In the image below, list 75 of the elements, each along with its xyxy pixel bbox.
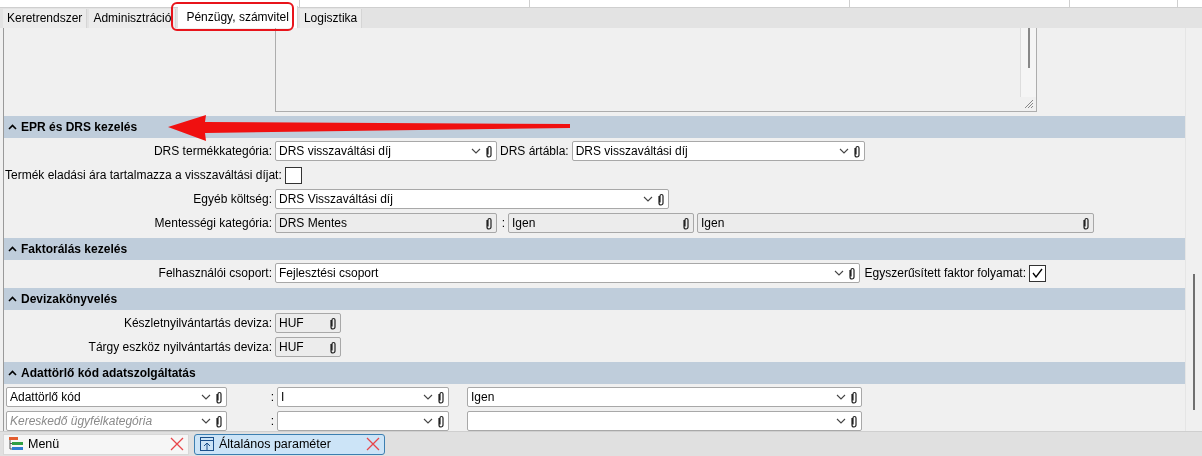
separator-colon: : bbox=[269, 413, 274, 430]
paperclip-icon bbox=[1082, 216, 1090, 230]
chevron-down-icon bbox=[423, 394, 433, 400]
section-title: Faktorálás kezelés bbox=[21, 241, 128, 258]
lookup-field[interactable]: DRS Mentes bbox=[275, 213, 497, 233]
close-icon[interactable] bbox=[366, 437, 380, 451]
dropdown-field[interactable]: Kereskedő ügyfélkategória bbox=[6, 411, 227, 431]
chevron-down-icon bbox=[201, 394, 211, 400]
field-label: Felhasználói csoport: bbox=[157, 265, 272, 282]
paperclip-icon bbox=[850, 390, 858, 404]
field-label: Termék eladási ára tartalmazza a visszaváltási díjat: bbox=[5, 167, 282, 184]
tab[interactable]: Logisztika bbox=[299, 9, 363, 28]
paperclip-icon bbox=[848, 266, 856, 280]
checkmark-icon bbox=[1032, 268, 1043, 278]
taskbar-tab[interactable]: Menü bbox=[3, 433, 189, 455]
lookup-field[interactable]: HUF bbox=[275, 337, 341, 357]
chevron-down-icon bbox=[838, 148, 849, 154]
chevron-down-icon bbox=[836, 394, 846, 400]
field-label: DRS termékkategória: bbox=[152, 143, 272, 160]
field-label: Készletnyilvántartás deviza: bbox=[122, 315, 272, 332]
field-label: Egyszerűsített faktor folyamat: bbox=[863, 265, 1026, 282]
field-label: DRS ártábla: bbox=[500, 143, 569, 160]
separator-colon: : bbox=[269, 389, 274, 406]
paperclip-icon bbox=[657, 192, 665, 206]
lookup-field[interactable]: Igen bbox=[508, 213, 694, 233]
taskbar-tab-label: Menü bbox=[28, 435, 61, 453]
close-icon[interactable] bbox=[170, 437, 184, 451]
tab[interactable]: Adminisztráció bbox=[89, 9, 177, 28]
checkbox[interactable] bbox=[284, 166, 302, 184]
dropdown-field[interactable]: I bbox=[277, 387, 449, 407]
paperclip-icon bbox=[215, 390, 223, 404]
menu-list-icon bbox=[8, 436, 24, 452]
chevron-down-icon bbox=[836, 418, 846, 424]
chevron-down-icon bbox=[423, 418, 433, 424]
dropdown-field[interactable]: Adattörlő kód bbox=[6, 387, 227, 407]
separator-colon: : bbox=[500, 215, 505, 232]
checkbox[interactable] bbox=[1029, 264, 1046, 282]
dropdown-field[interactable] bbox=[277, 411, 449, 431]
field-label: Tárgy eszköz nyilvántartás deviza: bbox=[87, 339, 272, 356]
taskbar-tab-label: Általános paraméter bbox=[219, 435, 332, 453]
resize-grip-icon[interactable] bbox=[1024, 99, 1034, 109]
dropdown-field[interactable] bbox=[467, 411, 862, 431]
chevron-down-icon bbox=[834, 270, 844, 276]
section-title: Devizakönyvelés bbox=[21, 291, 118, 308]
taskbar-tab[interactable]: Általános paraméter bbox=[194, 433, 385, 455]
paperclip-icon bbox=[852, 144, 861, 158]
window-upload-icon bbox=[199, 436, 215, 452]
dropdown-field[interactable]: DRS Visszaváltási díj bbox=[275, 189, 669, 209]
paperclip-icon bbox=[850, 414, 858, 428]
paperclip-icon bbox=[329, 316, 337, 330]
paperclip-icon bbox=[485, 216, 493, 230]
field-label: Mentességi kategória: bbox=[153, 215, 272, 232]
paperclip-icon bbox=[329, 340, 337, 354]
section-header[interactable]: Adattörlő kód adatszolgáltatás bbox=[4, 362, 1185, 384]
section-title: EPR és DRS kezelés bbox=[21, 119, 138, 136]
field-label: Egyéb költség: bbox=[192, 191, 272, 208]
chevron-down-icon bbox=[471, 148, 481, 154]
paperclip-icon bbox=[215, 414, 223, 428]
dropdown-field[interactable]: DRS visszaváltási díj bbox=[571, 141, 865, 161]
tab[interactable]: Keretrendszer bbox=[3, 9, 88, 28]
dropdown-field[interactable]: Fejlesztési csoport bbox=[275, 263, 860, 283]
tab[interactable]: Pénzügy, számvitel bbox=[178, 6, 298, 28]
chevron-down-icon bbox=[201, 418, 211, 424]
section-title: Adattörlő kód adatszolgáltatás bbox=[21, 365, 196, 382]
paperclip-icon bbox=[437, 390, 445, 404]
lookup-field[interactable]: HUF bbox=[275, 313, 341, 333]
paperclip-icon bbox=[485, 144, 493, 158]
section-header[interactable]: Faktorálás kezelés bbox=[4, 238, 1185, 260]
dropdown-field[interactable]: DRS visszaváltási díj bbox=[275, 141, 497, 161]
chevron-down-icon bbox=[643, 196, 653, 202]
paperclip-icon bbox=[437, 414, 445, 428]
lookup-field[interactable]: Igen bbox=[697, 213, 1094, 233]
section-header[interactable]: Devizakönyvelés bbox=[4, 288, 1185, 310]
paperclip-icon bbox=[682, 216, 690, 230]
dropdown-field[interactable]: Igen bbox=[467, 387, 862, 407]
